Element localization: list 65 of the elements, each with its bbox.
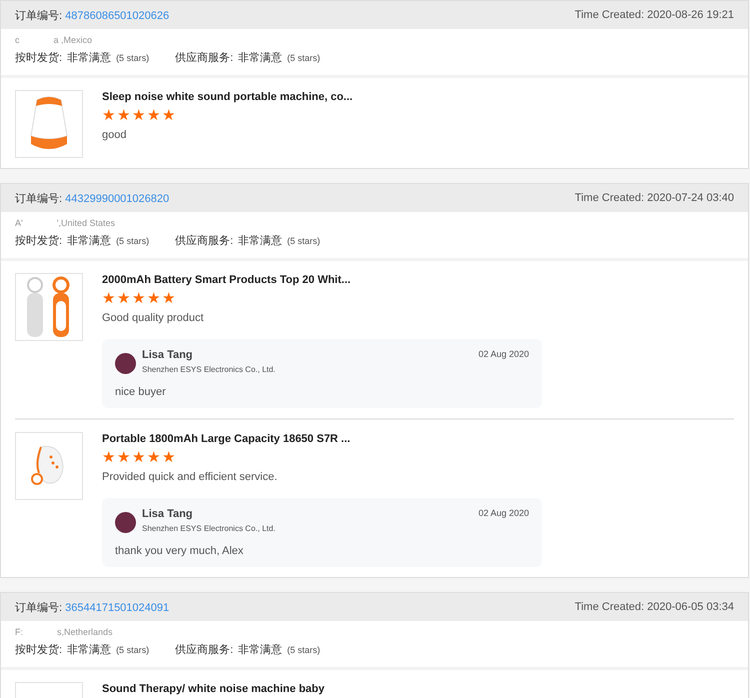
rating-label: 供应商服务: bbox=[175, 642, 234, 657]
product-image[interactable] bbox=[15, 90, 83, 158]
rating-label: 供应商服务: bbox=[175, 50, 234, 65]
rating-value: 非常满意 bbox=[67, 643, 112, 657]
time-created: Time Created: 2020-07-24 03:40 bbox=[574, 192, 734, 204]
product-image[interactable] bbox=[15, 432, 83, 500]
rating-stars-note: (5 stars) bbox=[287, 645, 320, 655]
replier-name: Lisa Tang bbox=[142, 349, 194, 361]
star-icon: ★ bbox=[132, 451, 145, 465]
replier-name: Lisa Tang bbox=[142, 508, 194, 520]
star-icon: ★ bbox=[132, 109, 145, 123]
rating-stars-note: (5 stars) bbox=[116, 236, 150, 246]
product-title[interactable]: Portable 1800mAh Large Capacity 18650 S7R ... bbox=[102, 433, 734, 445]
reply-text: nice buyer bbox=[115, 386, 167, 398]
product-title[interactable]: Sound Therapy/ white noise machine baby bbox=[102, 683, 734, 695]
avatar bbox=[115, 512, 136, 533]
buyer-name: F: bbox=[15, 627, 23, 637]
rating-label: 按时发货: bbox=[15, 234, 62, 248]
rating-stars-note: (5 stars) bbox=[287, 236, 320, 246]
star-icon: ★ bbox=[117, 451, 130, 465]
rating-value: 非常满意 bbox=[67, 234, 112, 248]
rating-stars-note: (5 stars) bbox=[116, 53, 150, 63]
time-created: Time Created: 2020-08-26 19:21 bbox=[574, 9, 734, 21]
rating-label: 按时发货: bbox=[15, 643, 62, 657]
avatar bbox=[115, 353, 136, 374]
star-icon: ★ bbox=[162, 292, 175, 306]
buyer-name: A' bbox=[15, 218, 23, 228]
order-number-label: 订单编号: 44329990001026820 bbox=[15, 192, 170, 206]
star-icon: ★ bbox=[147, 292, 160, 306]
buyer-name: c bbox=[15, 35, 20, 45]
rating-value: 非常满意 bbox=[238, 51, 282, 65]
reply-date: 02 Aug 2020 bbox=[478, 508, 529, 518]
reply-date: 02 Aug 2020 bbox=[478, 349, 529, 359]
buyer-location: ',United States bbox=[56, 218, 115, 228]
star-icon: ★ bbox=[132, 292, 145, 306]
product-title[interactable]: 2000mAh Battery Smart Products Top 20 Whit... bbox=[102, 274, 734, 286]
reply-text: thank you very much, Alex bbox=[115, 545, 244, 557]
star-icon: ★ bbox=[147, 451, 160, 465]
buyer-location: s,Netherlands bbox=[57, 627, 113, 637]
rating-value: 非常满意 bbox=[67, 51, 112, 65]
product-title[interactable]: Sleep noise white sound portable machine, co... bbox=[102, 91, 734, 103]
company-name: Shenzhen ESYS Electronics Co., Ltd. bbox=[142, 524, 276, 533]
rating-value: 非常满意 bbox=[238, 234, 282, 248]
star-icon: ★ bbox=[162, 451, 175, 465]
star-icon: ★ bbox=[102, 109, 115, 123]
star-icon: ★ bbox=[147, 109, 160, 123]
star-icon: ★ bbox=[162, 109, 175, 123]
review-text: Provided quick and efficient service. bbox=[102, 471, 278, 483]
review-text: good bbox=[102, 129, 128, 141]
time-created: Time Created: 2020-06-05 03:34 bbox=[574, 601, 734, 613]
review-text: Good quality product bbox=[102, 312, 205, 324]
order-number-label: 订单编号: 36544171501024091 bbox=[15, 600, 170, 614]
product-image[interactable] bbox=[15, 273, 83, 341]
order-number-label: 订单编号: 48786086501020626 bbox=[15, 8, 170, 22]
star-icon: ★ bbox=[117, 109, 130, 123]
rating-label: 按时发货: bbox=[15, 51, 62, 65]
rating-value: 非常满意 bbox=[238, 643, 282, 657]
star-icon: ★ bbox=[102, 292, 115, 306]
buyer-location: a ,Mexico bbox=[54, 35, 92, 45]
star-icon: ★ bbox=[117, 292, 130, 306]
company-name: Shenzhen ESYS Electronics Co., Ltd. bbox=[142, 365, 276, 374]
rating-stars-note: (5 stars) bbox=[287, 53, 320, 63]
rating-label: 供应商服务: bbox=[175, 234, 234, 248]
rating-stars-note: (5 stars) bbox=[116, 645, 150, 655]
star-icon: ★ bbox=[102, 451, 115, 465]
